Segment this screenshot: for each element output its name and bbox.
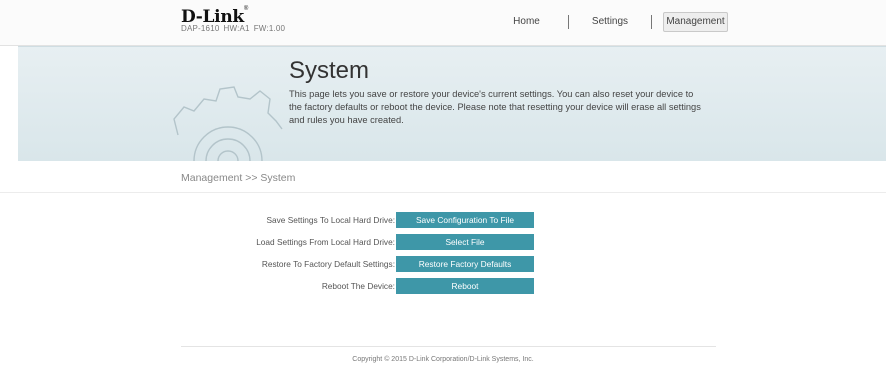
restore-defaults-row: Restore To Factory Default Settings: Res… bbox=[0, 256, 886, 272]
main-nav: Home Settings Management bbox=[0, 12, 886, 34]
page-title: System bbox=[289, 57, 370, 84]
reboot-row: Reboot The Device: Reboot bbox=[0, 278, 886, 294]
reboot-label: Reboot The Device: bbox=[321, 281, 395, 291]
nav-settings[interactable]: Settings bbox=[584, 12, 636, 32]
restore-defaults-label: Restore To Factory Default Settings: bbox=[261, 259, 395, 269]
breadcrumb: Management >> System bbox=[181, 172, 296, 184]
top-header: D-Link® DAP-1610 HW:A1 FW:1.00 Home Settin… bbox=[0, 0, 886, 46]
nav-divider bbox=[651, 15, 652, 29]
page-description: This page lets you save or restore your … bbox=[289, 89, 701, 125]
restore-factory-defaults-button[interactable]: Restore Factory Defaults bbox=[396, 256, 534, 272]
reboot-button[interactable]: Reboot bbox=[396, 278, 534, 294]
save-settings-row: Save Settings To Local Hard Drive: Save … bbox=[0, 212, 886, 228]
nav-management[interactable]: Management bbox=[663, 12, 728, 32]
copyright-text: Copyright © 2015 D-Link Corporation/D-Li… bbox=[352, 356, 534, 363]
nav-divider bbox=[568, 15, 569, 29]
save-configuration-button[interactable]: Save Configuration To File bbox=[396, 212, 534, 228]
footer-divider bbox=[181, 346, 716, 347]
gear-icon bbox=[173, 86, 283, 162]
select-file-button[interactable]: Select File bbox=[396, 234, 534, 250]
save-settings-label: Save Settings To Local Hard Drive: bbox=[266, 215, 395, 225]
nav-home[interactable]: Home bbox=[504, 12, 549, 32]
load-settings-label: Load Settings From Local Hard Drive: bbox=[256, 237, 395, 247]
breadcrumb-divider bbox=[0, 192, 886, 193]
load-settings-row: Load Settings From Local Hard Drive: Sel… bbox=[0, 234, 886, 250]
